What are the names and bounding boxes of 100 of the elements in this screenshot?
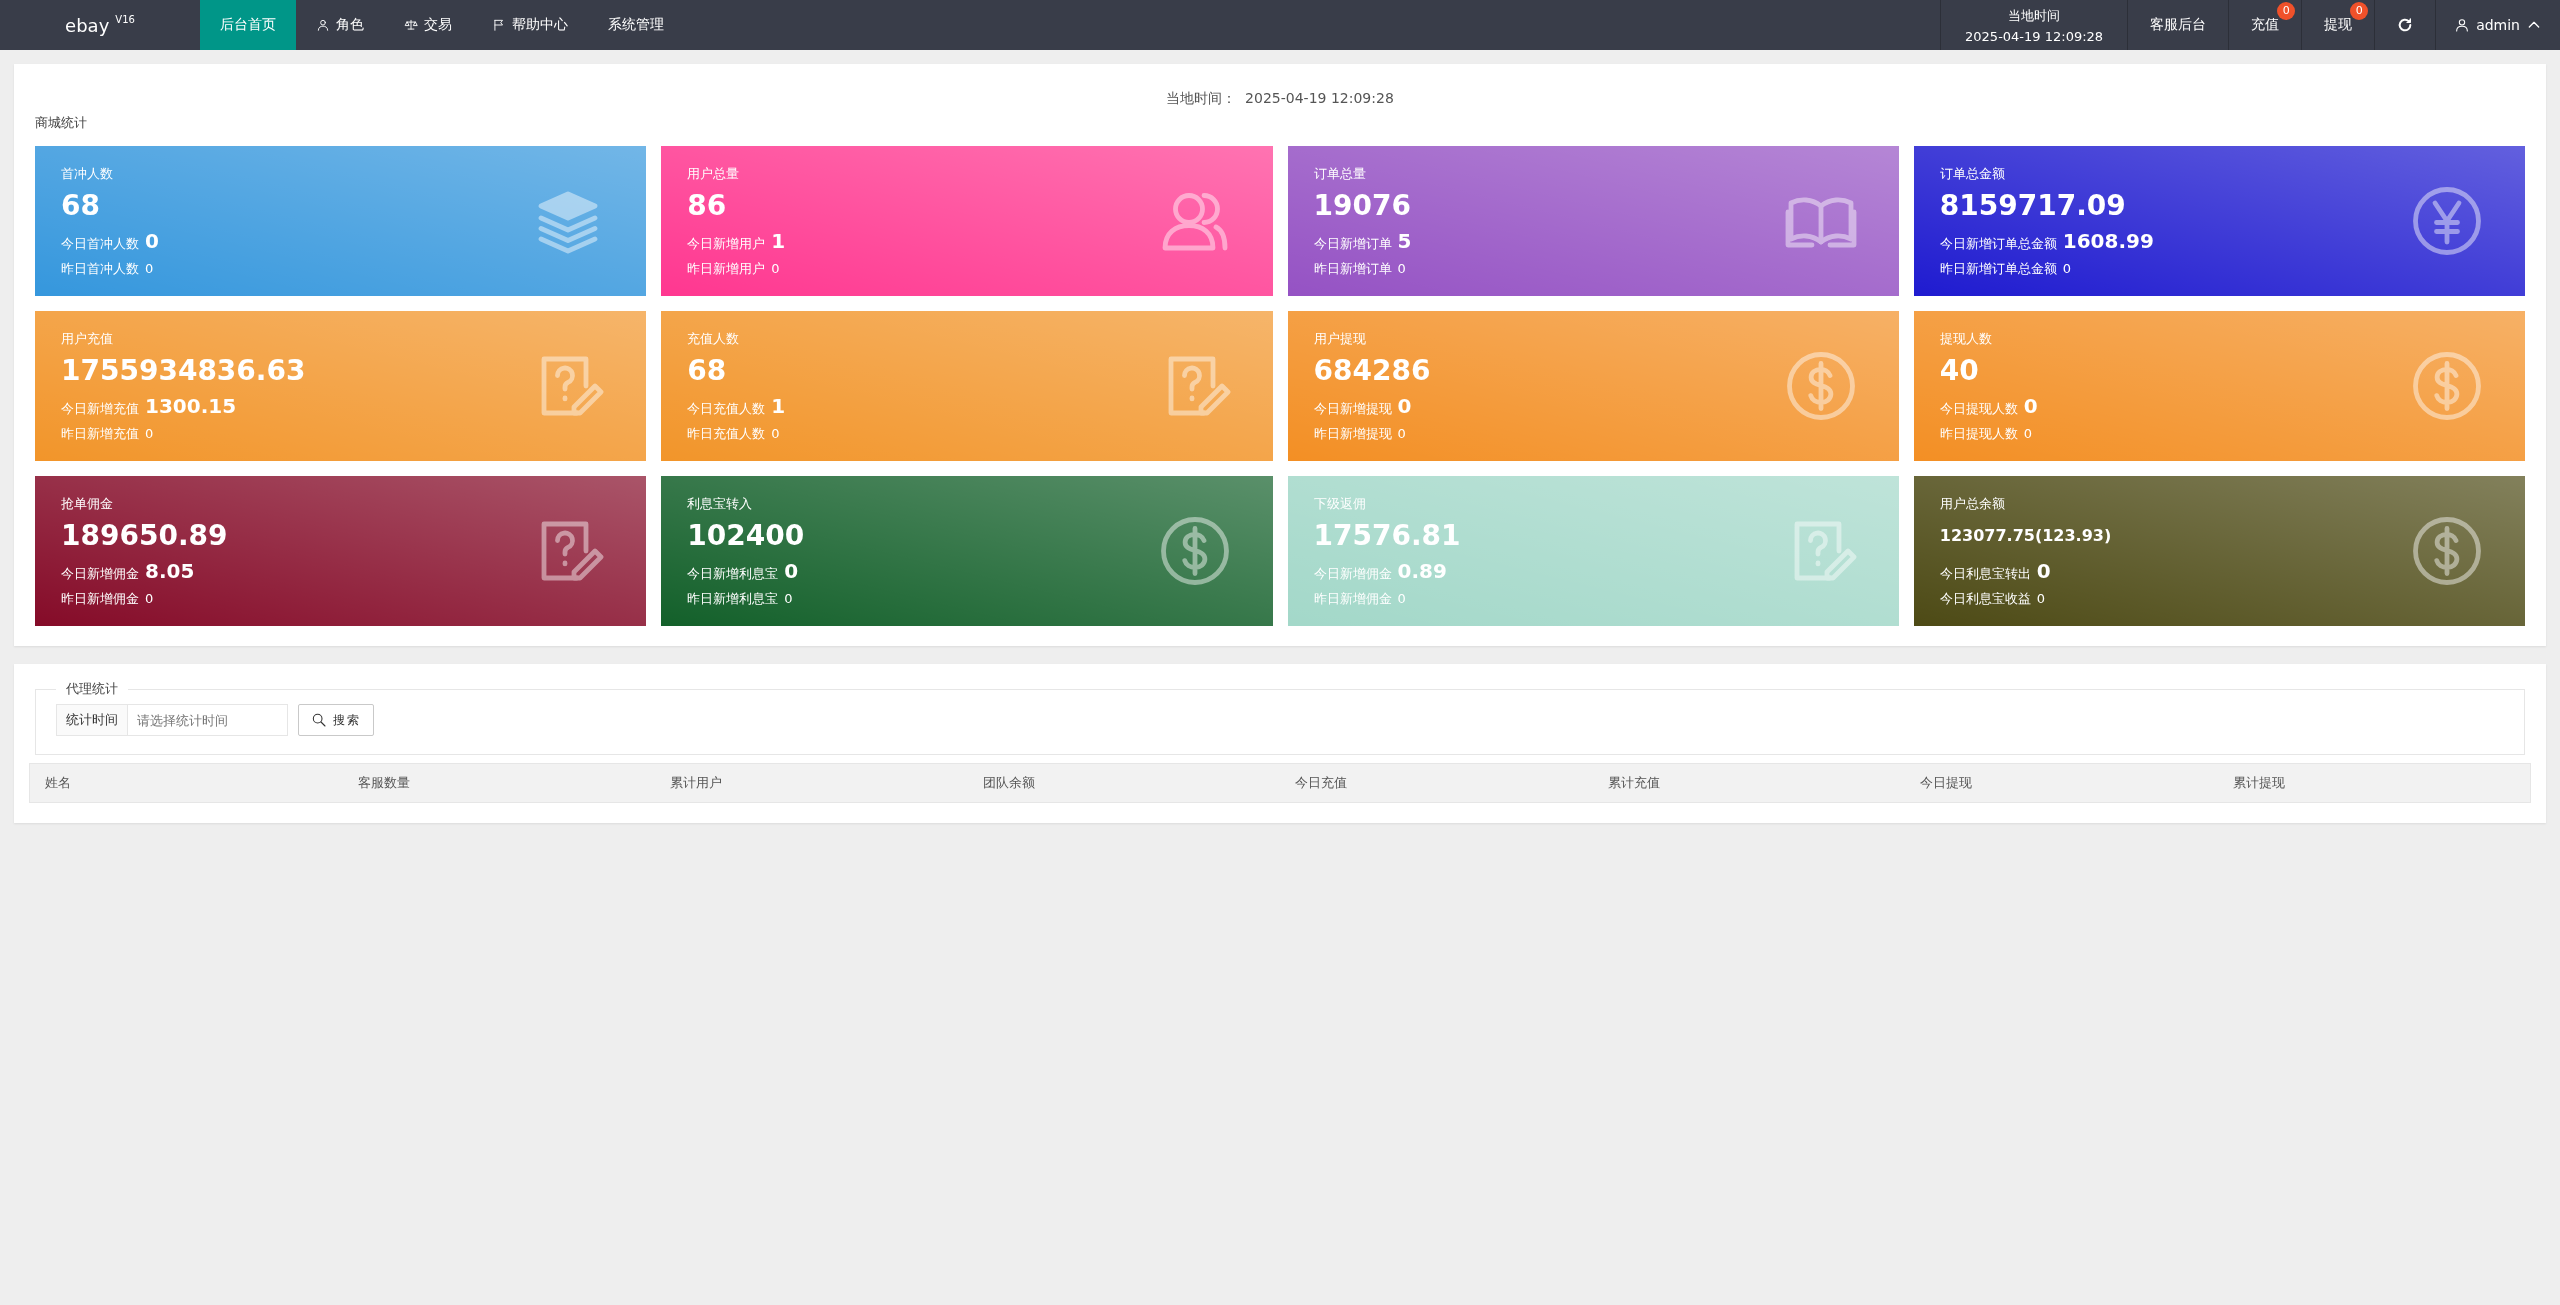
card-value: 86 <box>687 189 728 222</box>
card-value: 8159717.09 <box>1939 189 2127 222</box>
card-title: 利息宝转入 <box>687 494 754 513</box>
card-title: 订单总金额 <box>1939 164 2006 183</box>
card-title: 用户充值 <box>61 329 114 348</box>
nav-tab[interactable]: 帮助中心 <box>472 0 588 50</box>
column-header: 累计用户 <box>669 774 723 792</box>
today-label: 今日新增订单总金额 <box>1939 234 2057 253</box>
top-link[interactable]: 提现 0 <box>2301 0 2375 50</box>
yesterday-value: 0 <box>145 590 154 606</box>
today-label: 今日新增订单 <box>1313 234 1392 253</box>
nav-tab[interactable]: 后台首页 <box>200 0 296 50</box>
count-badge: 0 <box>2350 2 2369 20</box>
yesterday-value: 0 <box>145 425 154 441</box>
card-value: 189650.89 <box>61 519 229 552</box>
top-link[interactable]: 客服后台 <box>2127 0 2229 50</box>
yesterday-value: 0 <box>1397 260 1406 276</box>
yesterday-label: 昨日新增订单 <box>1313 259 1392 278</box>
today-label: 今日新增用户 <box>687 234 766 253</box>
local-time: 当地时间： 2025-04-19 12:09:28 <box>1165 90 1395 108</box>
card-title: 首冲人数 <box>61 164 114 183</box>
card-title: 订单总量 <box>1313 164 1367 183</box>
yesterday-value: 0 <box>2036 590 2046 606</box>
nav-tab[interactable]: 系统管理 <box>588 0 684 50</box>
card-value: 17576.81 <box>1313 519 1462 552</box>
top-link[interactable]: 充值 0 <box>2228 0 2302 50</box>
clock-time: 2025-04-19 12:09:28 <box>1965 28 2104 44</box>
today-value: 5 <box>1397 228 1412 253</box>
search-button[interactable]: 搜索 <box>298 704 374 736</box>
yesterday-label: 昨日充值人数 <box>687 424 766 443</box>
card-value: 40 <box>1939 354 1980 387</box>
today-label: 今日新增提现 <box>1313 399 1392 418</box>
user-menu[interactable]: admin <box>2435 0 2560 50</box>
yesterday-label: 昨日新增佣金 <box>1313 589 1392 608</box>
today-value: 0.89 <box>1397 558 1447 583</box>
yesterday-value: 0 <box>2062 260 2072 276</box>
today-value: 1 <box>771 228 786 253</box>
field-label: 统计时间 <box>56 704 128 736</box>
column-header: 团队余额 <box>981 774 1036 792</box>
column-header: 客服数量 <box>356 774 411 792</box>
date-input-field[interactable]: 请选择统计时间 <box>128 704 288 736</box>
yesterday-value: 0 <box>771 260 780 276</box>
person-icon <box>316 18 330 32</box>
yesterday-label: 昨日新增佣金 <box>61 589 139 608</box>
flag-icon <box>492 18 506 32</box>
today-value: 0 <box>1397 393 1412 418</box>
card-value: 1755934836.63 <box>61 354 307 387</box>
today-value: 0 <box>145 228 159 253</box>
today-value: 1 <box>771 393 786 418</box>
card-value: 102400 <box>687 519 806 552</box>
yesterday-label: 昨日新增充值 <box>61 424 139 443</box>
logo[interactable]: ebay $^{V16}$ <box>0 0 200 50</box>
section-title: 商城统计 <box>35 114 88 132</box>
clock-label: 当地时间 <box>2008 6 2061 25</box>
today-value: 8.05 <box>145 558 195 583</box>
dollar-icon <box>1158 515 1231 587</box>
yesterday-label: 昨日新增订单总金额 <box>1939 259 2057 278</box>
balance-scale-icon <box>404 18 418 32</box>
today-label: 今日利息宝转出 <box>1939 564 2031 583</box>
card-title: 用户提现 <box>1313 329 1367 348</box>
nav-tab[interactable]: 交易 <box>384 0 472 50</box>
yesterday-value: 0 <box>1397 425 1406 441</box>
today-value: 0 <box>2036 558 2051 583</box>
card-title: 提现人数 <box>1939 329 1993 348</box>
yesterday-label: 昨日提现人数 <box>1939 424 2018 443</box>
today-value: 0 <box>2023 393 2038 418</box>
today-label: 今日首冲人数 <box>61 234 139 253</box>
yesterday-label: 昨日新增利息宝 <box>687 589 779 608</box>
yesterday-label: 昨日首冲人数 <box>61 259 139 278</box>
today-label: 今日新增佣金 <box>61 564 139 583</box>
column-header: 今日提现 <box>1919 774 1973 792</box>
column-header: 累计充值 <box>1606 774 1661 792</box>
card-title: 下级返佣 <box>1313 494 1367 513</box>
dollar-icon <box>2411 350 2483 422</box>
yesterday-label: 昨日新增用户 <box>687 259 766 278</box>
yen-icon <box>2411 185 2483 257</box>
column-header: 今日充值 <box>1294 774 1348 792</box>
card-title: 用户总余额 <box>1939 494 2006 513</box>
card-value: 68 <box>687 354 728 387</box>
yesterday-value: 0 <box>771 425 780 441</box>
card-title: 用户总量 <box>687 164 741 183</box>
column-header: 姓名 <box>44 774 72 792</box>
count-badge: 0 <box>2277 2 2296 20</box>
today-label: 今日新增利息宝 <box>687 564 779 583</box>
refresh-icon[interactable] <box>2397 17 2414 33</box>
yesterday-value: 0 <box>784 590 793 606</box>
today-value: 1300.15 <box>145 393 237 418</box>
card-value: 19076 <box>1313 189 1412 222</box>
card-value: 684286 <box>1313 354 1432 387</box>
card-value: 68 <box>61 189 101 222</box>
card-title: 抢单佣金 <box>61 494 114 513</box>
today-label: 今日充值人数 <box>687 399 766 418</box>
fieldset-legend: 代理统计 <box>56 680 128 698</box>
today-value: 1608.99 <box>2062 228 2154 253</box>
nav-tab[interactable]: 角色 <box>296 0 384 50</box>
yesterday-value: 0 <box>2023 425 2033 441</box>
column-header: 累计提现 <box>2231 774 2286 792</box>
today-label: 今日新增佣金 <box>1313 564 1392 583</box>
today-label: 今日新增充值 <box>61 399 139 418</box>
card-title: 充值人数 <box>687 329 741 348</box>
